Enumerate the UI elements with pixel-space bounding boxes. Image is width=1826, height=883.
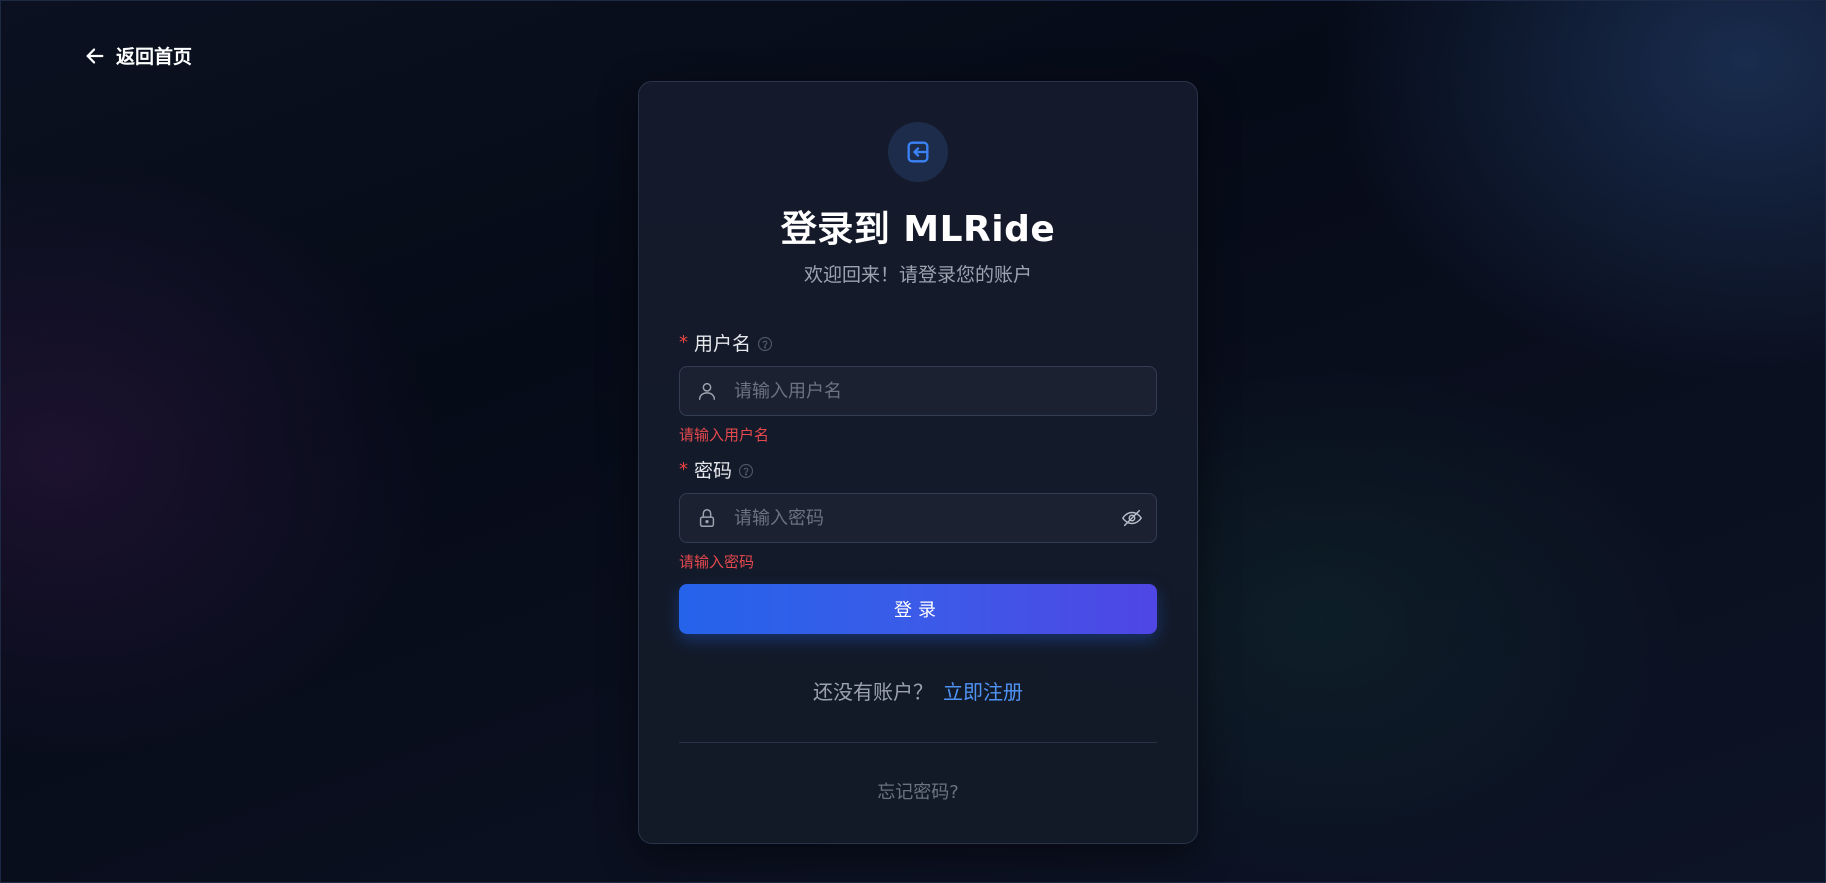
password-label: * 密码: [679, 456, 754, 483]
arrow-left-icon: [84, 45, 106, 67]
question-circle-icon[interactable]: [738, 462, 754, 478]
page-title: 登录到 MLRide: [780, 209, 1056, 250]
question-circle-icon[interactable]: [757, 335, 773, 351]
password-field[interactable]: [679, 493, 1157, 543]
forgot-password-link[interactable]: 忘记密码?: [639, 778, 1197, 804]
register-row: 还没有账户？ 立即注册: [639, 676, 1197, 705]
back-home-label: 返回首页: [116, 46, 193, 68]
login-button[interactable]: 登录: [679, 584, 1157, 634]
login-card: 登录到 MLRide 欢迎回来！请登录您的账户 * 用户名 请输入用户名 * 密…: [638, 81, 1198, 844]
back-home-link[interactable]: 返回首页: [84, 42, 192, 69]
user-icon: [680, 380, 734, 402]
lock-icon: [680, 507, 734, 529]
eye-off-icon[interactable]: [1108, 507, 1156, 529]
register-link[interactable]: 立即注册: [943, 680, 1023, 704]
divider: [679, 742, 1157, 743]
username-error: 请输入用户名: [679, 426, 770, 444]
register-prompt: 还没有账户？: [813, 680, 933, 704]
username-label: * 用户名: [679, 329, 773, 356]
required-mark: *: [679, 332, 688, 353]
page-subtitle: 欢迎回来！请登录您的账户: [803, 264, 1032, 286]
username-field[interactable]: [679, 366, 1157, 416]
username-input[interactable]: [734, 367, 1156, 415]
username-label-text: 用户名: [694, 333, 752, 355]
login-icon: [888, 122, 948, 182]
password-error: 请输入密码: [679, 553, 755, 571]
required-mark: *: [679, 459, 688, 480]
password-input[interactable]: [734, 494, 1108, 542]
password-label-text: 密码: [694, 460, 733, 482]
